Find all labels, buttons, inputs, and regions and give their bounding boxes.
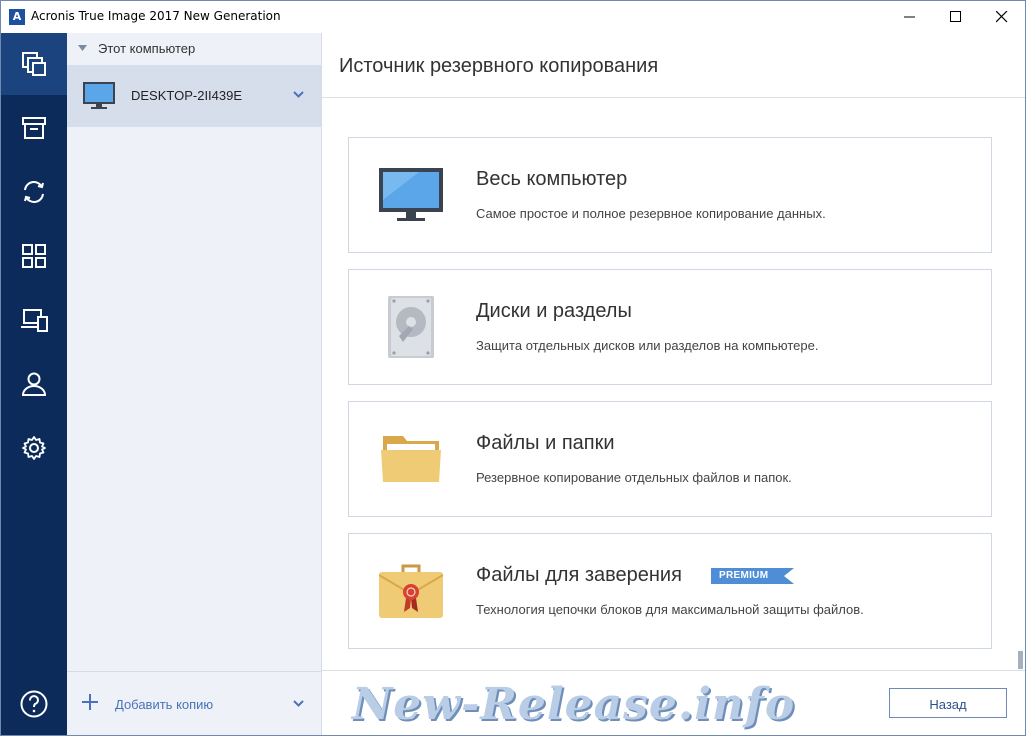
- option-files-folders[interactable]: Файлы и папки Резервное копирование отде…: [348, 401, 992, 517]
- maximize-icon: [950, 11, 961, 22]
- option-description: Защита отдельных дисков или разделов на …: [476, 338, 819, 353]
- close-button[interactable]: [979, 1, 1025, 33]
- maximize-button[interactable]: [933, 1, 979, 33]
- window-title: Acronis True Image 2017 New Generation: [31, 9, 281, 23]
- left-nav: [1, 33, 67, 735]
- dashboard-icon: [22, 244, 46, 268]
- nav-tools[interactable]: [1, 289, 67, 351]
- nav-settings[interactable]: [1, 417, 67, 479]
- archive-icon: [22, 117, 46, 139]
- option-title: Файлы для заверения: [476, 564, 682, 586]
- sync-icon: [24, 181, 44, 203]
- machine-name: DESKTOP-2II439E: [131, 88, 243, 103]
- watermark: New-Release.info: [352, 679, 796, 730]
- backup-icon: [22, 52, 46, 76]
- caret-down-icon: [78, 45, 87, 51]
- page-title: Источник резервного копирования: [339, 55, 659, 77]
- title-bar: A Acronis True Image 2017 New Generation: [1, 1, 1025, 33]
- option-description: Технология цепочки блоков для максимальн…: [476, 602, 864, 617]
- scrollbar-thumb[interactable]: [1018, 651, 1023, 669]
- option-title: Весь компьютер: [476, 168, 628, 190]
- option-title: Диски и разделы: [476, 300, 632, 322]
- option-entire-computer[interactable]: Весь компьютер Самое простое и полное ре…: [348, 137, 992, 253]
- add-backup-button[interactable]: Добавить копию: [115, 697, 213, 712]
- folder-icon: [381, 436, 441, 482]
- sources-panel: Этот компьютер DESKTOP-2II439E Добавить …: [67, 33, 322, 735]
- monitor-icon: [83, 82, 115, 109]
- nav-backup[interactable]: [1, 33, 67, 95]
- option-disks-partitions[interactable]: Диски и разделы Защита отдельных дисков …: [348, 269, 992, 385]
- help-icon: [20, 690, 48, 718]
- nav-archive[interactable]: [1, 97, 67, 159]
- app-logo-letter: A: [12, 10, 22, 23]
- option-notarized-files[interactable]: Файлы для заверения PREMIUM Технология ц…: [348, 533, 992, 649]
- main-content: Источник резервного копирования Весь ком…: [322, 33, 1025, 735]
- chevron-down-icon[interactable]: [293, 700, 304, 707]
- option-description: Самое простое и полное резервное копиров…: [476, 206, 826, 221]
- minimize-button[interactable]: [887, 1, 933, 33]
- app-logo-icon: A: [9, 9, 25, 25]
- app-window: A Acronis True Image 2017 New Generation: [0, 0, 1026, 736]
- tools-icon: [21, 309, 48, 332]
- notarized-briefcase-icon: [379, 564, 443, 618]
- nav-sync[interactable]: [1, 161, 67, 223]
- chevron-down-icon[interactable]: [293, 91, 304, 98]
- nav-account[interactable]: [1, 353, 67, 415]
- help-button[interactable]: [19, 689, 49, 719]
- plus-icon[interactable]: [82, 694, 98, 710]
- disk-icon: [388, 296, 434, 358]
- computer-icon: [379, 168, 443, 221]
- tree-header-label: Этот компьютер: [98, 41, 196, 56]
- premium-badge: PREMIUM: [711, 568, 795, 584]
- settings-icon: [22, 436, 46, 460]
- option-title: Файлы и папки: [476, 432, 615, 454]
- back-button[interactable]: Назад: [889, 688, 1007, 718]
- tree-header[interactable]: Этот компьютер: [67, 33, 321, 65]
- main-footer: New-Release.info Назад: [322, 670, 1025, 735]
- close-icon: [996, 11, 1008, 23]
- main-header: Источник резервного копирования: [322, 33, 1025, 98]
- machine-item[interactable]: DESKTOP-2II439E: [67, 65, 321, 127]
- option-description: Резервное копирование отдельных файлов и…: [476, 470, 792, 485]
- minimize-icon: [904, 16, 915, 18]
- nav-dashboard[interactable]: [1, 225, 67, 287]
- add-backup-bar: Добавить копию: [67, 671, 321, 735]
- account-icon: [21, 372, 47, 396]
- scrollbar[interactable]: [1016, 97, 1025, 670]
